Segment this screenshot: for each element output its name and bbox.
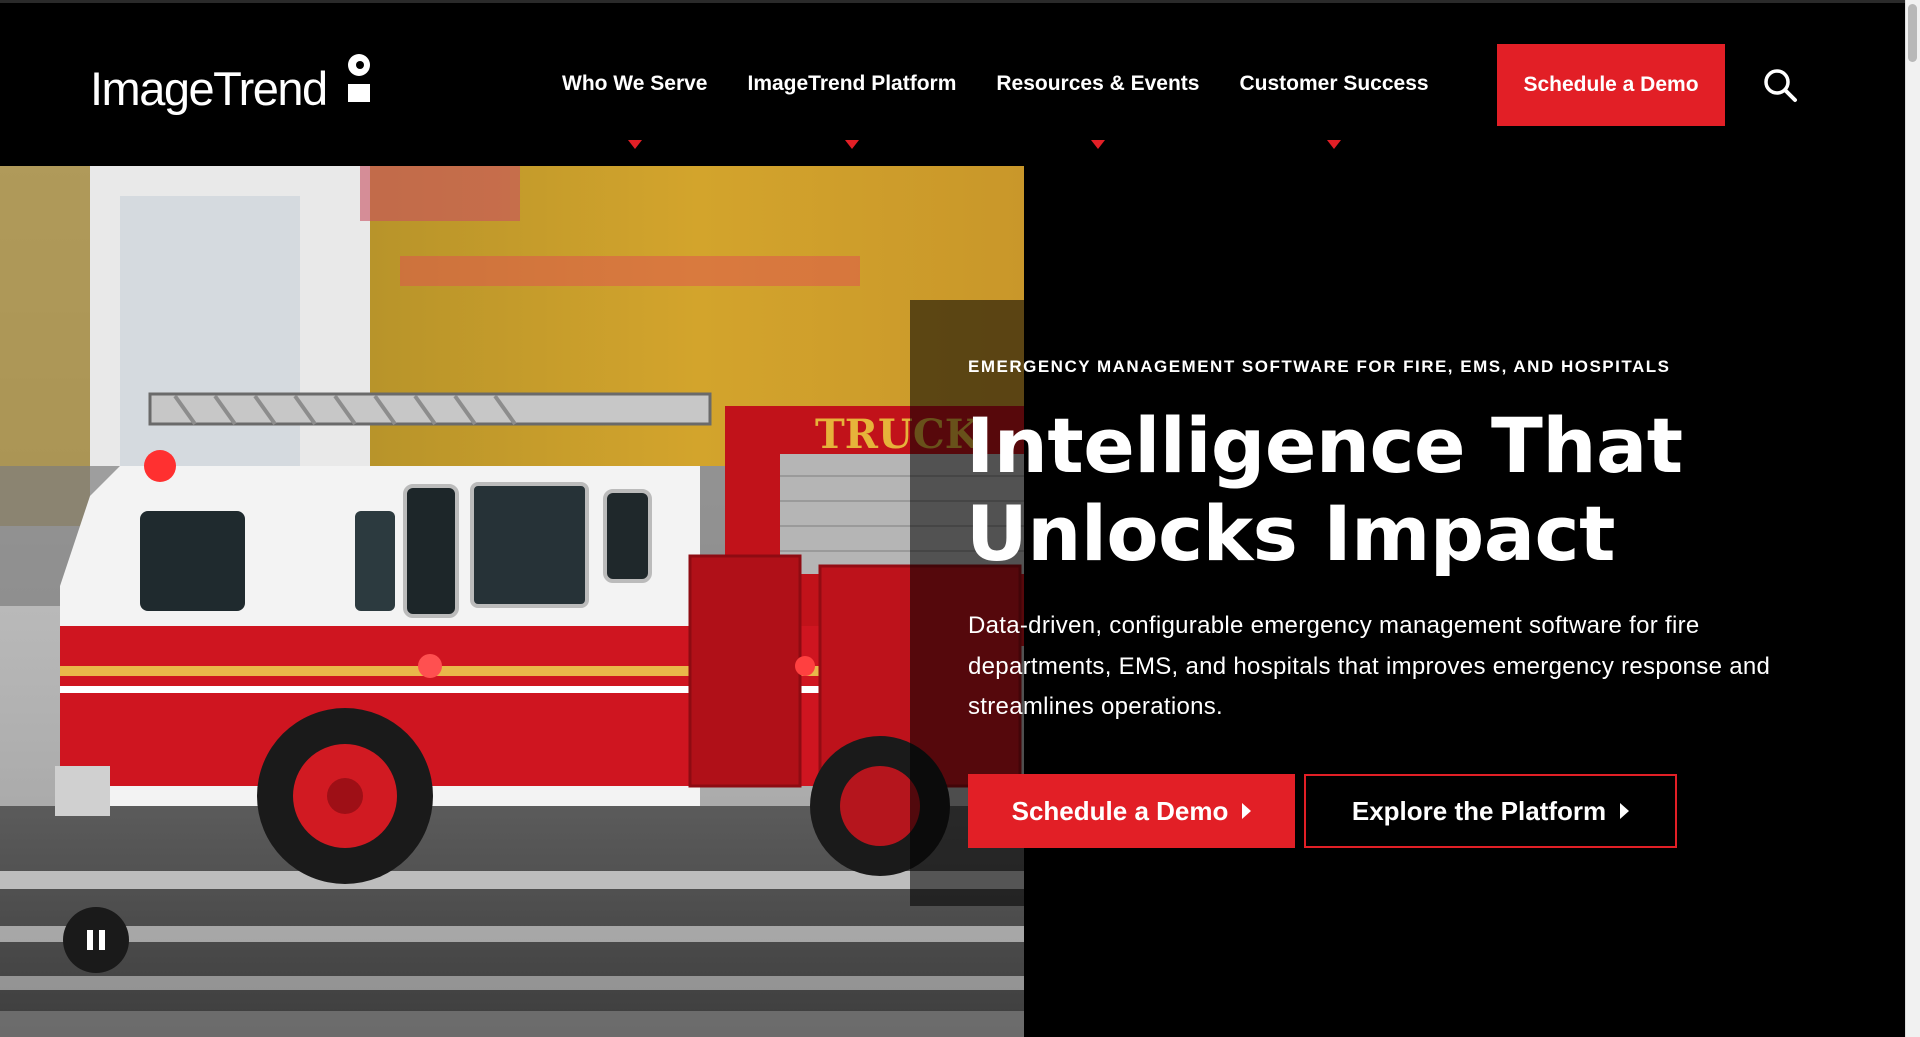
nav-label: Resources & Events <box>996 72 1200 95</box>
hero-eyebrow: EMERGENCY MANAGEMENT SOFTWARE FOR FIRE, … <box>968 357 1671 376</box>
caret-down-icon <box>844 140 859 149</box>
page: ImageTrend Who We Serve ImageTrend Platf… <box>0 0 1920 1037</box>
caret-down-icon <box>627 140 642 149</box>
logo-mark-icon <box>347 54 370 102</box>
pause-button[interactable] <box>63 907 129 973</box>
explore-platform-button[interactable]: Explore the Platform <box>1304 774 1677 848</box>
nav-item-customer-success[interactable]: Customer Success <box>1219 43 1448 149</box>
caret-right-icon <box>1620 803 1630 819</box>
fire-truck-illustration: TRUCK <box>0 166 1024 1037</box>
caret-down-icon <box>1327 140 1342 149</box>
page-scrollbar[interactable] <box>1905 0 1920 1037</box>
schedule-demo-nav-button[interactable]: Schedule a Demo <box>1497 44 1725 126</box>
caret-down-icon <box>1090 140 1105 149</box>
scrollbar-thumb[interactable] <box>1908 4 1917 62</box>
site-header: ImageTrend Who We Serve ImageTrend Platf… <box>0 3 1905 166</box>
logo-text: ImageTrend <box>90 61 328 115</box>
headline-line-2: Unlocks Impact <box>966 489 1615 578</box>
schedule-demo-button[interactable]: Schedule a Demo <box>968 774 1295 848</box>
nav-label: ImageTrend Platform <box>747 72 957 95</box>
nav-item-imagetrend-platform[interactable]: ImageTrend Platform <box>727 43 976 149</box>
nav-item-who-we-serve[interactable]: Who We Serve <box>542 43 727 149</box>
button-label: Schedule a Demo <box>1011 795 1229 826</box>
hero-description: Data-driven, configurable emergency mana… <box>968 612 1771 720</box>
main-nav: Who We Serve ImageTrend Platform Resourc… <box>542 43 1449 149</box>
caret-right-icon <box>1242 803 1252 819</box>
imagetrend-logo[interactable]: ImageTrend <box>90 53 375 123</box>
pause-icon <box>87 930 93 950</box>
headline-line-1: Intelligence That <box>966 401 1683 490</box>
nav-label: Customer Success <box>1239 72 1429 95</box>
nav-item-resources-events[interactable]: Resources & Events <box>976 43 1219 149</box>
button-label: Explore the Platform <box>1351 795 1607 826</box>
hero-fire-truck-image: TRUCK <box>0 166 1024 1037</box>
search-icon[interactable] <box>1762 67 1798 103</box>
hero-headline: Intelligence That Unlocks Impact <box>966 402 1846 578</box>
pause-icon-bar <box>99 930 105 950</box>
nav-label: Who We Serve <box>562 72 708 95</box>
